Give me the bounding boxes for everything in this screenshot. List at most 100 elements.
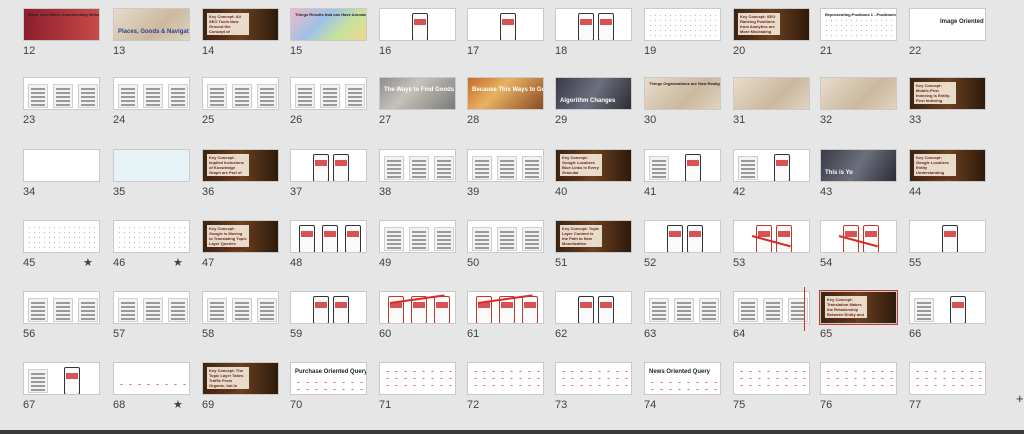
slide-thumbnail-cell[interactable]: 71 [379,362,467,418]
slide-thumbnail[interactable]: Key Concept: Mobile-First Indexing is En… [909,77,986,110]
slide-thumbnail-cell[interactable]: Major new Offers Commercially Website 12 [23,8,111,64]
slide-thumbnail[interactable] [290,149,367,182]
slide-thumbnail[interactable] [113,220,190,253]
slide-thumbnail-cell[interactable]: Key Concept: Topic Layer Content is the … [555,220,643,276]
slide-thumbnail[interactable]: This is Yo [820,149,897,182]
slide-thumbnail[interactable] [290,77,367,110]
slide-thumbnail[interactable]: Key Concept: All SEO Tools Now Ground th… [202,8,279,41]
slide-thumbnail[interactable] [644,291,721,324]
slide-thumbnail[interactable] [113,362,190,395]
slide-thumbnail[interactable] [733,362,810,395]
slide-thumbnail-cell[interactable]: 18 [555,8,643,64]
slide-thumbnail-cell[interactable]: 42 [733,149,821,205]
slide-thumbnail[interactable] [909,220,986,253]
slide-thumbnail-cell[interactable]: 48 [290,220,378,276]
slide-thumbnail[interactable]: Key Concept: Translation Makes the Relat… [819,290,898,325]
slide-thumbnail[interactable]: Because This Ways to Get the System [467,77,544,110]
slide-thumbnail-cell[interactable]: 54 [820,220,908,276]
slide-thumbnail[interactable]: Key Concept: Google Localizes Blue Links… [555,149,632,182]
slide-thumbnail-cell[interactable]: Key Concept: All SEO Tools Now Ground th… [202,8,290,64]
slide-thumbnail[interactable] [379,291,456,324]
slide-thumbnail-cell[interactable]: Key Concept: SEO Ranking Positions from … [733,8,821,64]
slide-thumbnail[interactable] [820,220,897,253]
slide-thumbnail[interactable] [644,220,721,253]
slide-thumbnail[interactable] [113,77,190,110]
slide-thumbnail-cell[interactable]: Key Concept: Google is Moving to Transla… [202,220,290,276]
slide-thumbnail[interactable] [23,220,100,253]
slide-thumbnail[interactable] [733,77,810,110]
slide-thumbnail[interactable] [23,362,100,395]
slide-thumbnail-cell[interactable]: News Oriented Query 74 [644,362,732,418]
slide-thumbnail[interactable]: The Ways to Find Goods [379,77,456,110]
plus-icon[interactable]: + [1016,392,1024,405]
slide-thumbnail-cell[interactable]: 16 [379,8,467,64]
slide-thumbnail-cell[interactable]: Key Concept: The Topic Layer Takes Traff… [202,362,290,418]
slide-thumbnail-cell[interactable]: 75 [733,362,821,418]
slide-thumbnail[interactable]: Places, Goods & Navigation [113,8,190,41]
slide-thumbnail[interactable]: Major new Offers Commercially Website [23,8,100,41]
slide-thumbnail[interactable]: Things Results that can Have Annotations… [290,8,367,41]
slide-thumbnail-cell[interactable]: 68 ★ [113,362,201,418]
slide-thumbnail-cell[interactable]: Things Results that can Have Annotations… [290,8,378,64]
slide-thumbnail-cell[interactable]: 58 [202,291,290,347]
slide-thumbnail[interactable] [23,291,100,324]
slide-thumbnail[interactable]: Key Concept: Google is Moving to Transla… [202,220,279,253]
slide-thumbnail-cell[interactable]: 26 [290,77,378,133]
slide-thumbnail[interactable] [113,149,190,182]
slide-thumbnail-cell[interactable]: 17 [467,8,555,64]
slide-thumbnail[interactable] [23,149,100,182]
slide-thumbnail-cell[interactable]: 41 [644,149,732,205]
slide-thumbnail-cell[interactable]: Because This Ways to Get the System 28 [467,77,555,133]
slide-thumbnail-cell[interactable]: 35 [113,149,201,205]
slide-thumbnail-cell[interactable]: 24 [113,77,201,133]
slide-thumbnail-cell[interactable]: 77 [909,362,997,418]
slide-thumbnail-cell[interactable]: 62 [555,291,643,347]
slide-thumbnail-cell[interactable]: 46 ★ [113,220,201,276]
slide-thumbnail[interactable] [379,8,456,41]
slide-thumbnail[interactable] [290,220,367,253]
slide-thumbnail[interactable] [467,220,544,253]
slide-thumbnail-cell[interactable]: 32 [820,77,908,133]
slide-thumbnail-cell[interactable]: Key Concept: Implied Inclusions of Knowl… [202,149,290,205]
slide-thumbnail[interactable]: Things Organizations are Now Realigns [644,77,721,110]
slide-thumbnail-cell[interactable]: 64 [733,291,821,347]
slide-thumbnail[interactable] [467,149,544,182]
slide-thumbnail-cell[interactable]: 45 ★ [23,220,111,276]
slide-thumbnail[interactable]: Key Concept: SEO Ranking Positions from … [733,8,810,41]
slide-thumbnail-cell[interactable]: This is Yo 43 [820,149,908,205]
slide-thumbnail[interactable] [379,220,456,253]
slide-thumbnail-cell[interactable]: 50 [467,220,555,276]
slide-thumbnail[interactable]: Representing Positions 1 - Positioning P… [820,8,897,41]
slide-thumbnail[interactable] [379,149,456,182]
slide-thumbnail-cell[interactable]: Key Concept: Google Localizes Entity Und… [909,149,997,205]
slide-thumbnail[interactable] [202,77,279,110]
slide-thumbnail-cell[interactable]: 61 [467,291,555,347]
slide-thumbnail[interactable] [820,362,897,395]
slide-thumbnail[interactable] [644,149,721,182]
slide-thumbnail[interactable]: Key Concept: Google Localizes Entity Und… [909,149,986,182]
slide-thumbnail-cell[interactable]: 53 [733,220,821,276]
slide-thumbnail-cell[interactable]: 31 [733,77,821,133]
slide-thumbnail-cell[interactable]: 73 [555,362,643,418]
slide-thumbnail[interactable] [733,220,810,253]
slide-thumbnail-cell[interactable]: 66 [909,291,997,347]
slide-thumbnail[interactable] [379,362,456,395]
slide-thumbnail-cell[interactable]: 39 [467,149,555,205]
slide-thumbnail-cell[interactable]: 49 [379,220,467,276]
slide-thumbnail-cell[interactable]: 25 [202,77,290,133]
slide-thumbnail-cell[interactable]: 34 [23,149,111,205]
slide-thumbnail-cell[interactable]: 38 [379,149,467,205]
slide-thumbnail[interactable] [555,291,632,324]
slide-thumbnail[interactable] [733,149,810,182]
slide-thumbnail[interactable] [909,362,986,395]
slide-thumbnail-cell[interactable]: 52 [644,220,732,276]
slide-thumbnail-cell[interactable]: Key Concept: Mobile-First Indexing is En… [909,77,997,133]
slide-thumbnail-cell[interactable]: 37 [290,149,378,205]
slide-thumbnail[interactable] [733,291,810,324]
slide-thumbnail[interactable]: Algorithm Changes [555,77,632,110]
slide-thumbnail-cell[interactable]: 55 [909,220,997,276]
slide-thumbnail[interactable] [467,362,544,395]
slide-thumbnail-cell[interactable]: Key Concept: Google Localizes Blue Links… [555,149,643,205]
slide-thumbnail[interactable] [555,362,632,395]
slide-thumbnail[interactable] [820,77,897,110]
